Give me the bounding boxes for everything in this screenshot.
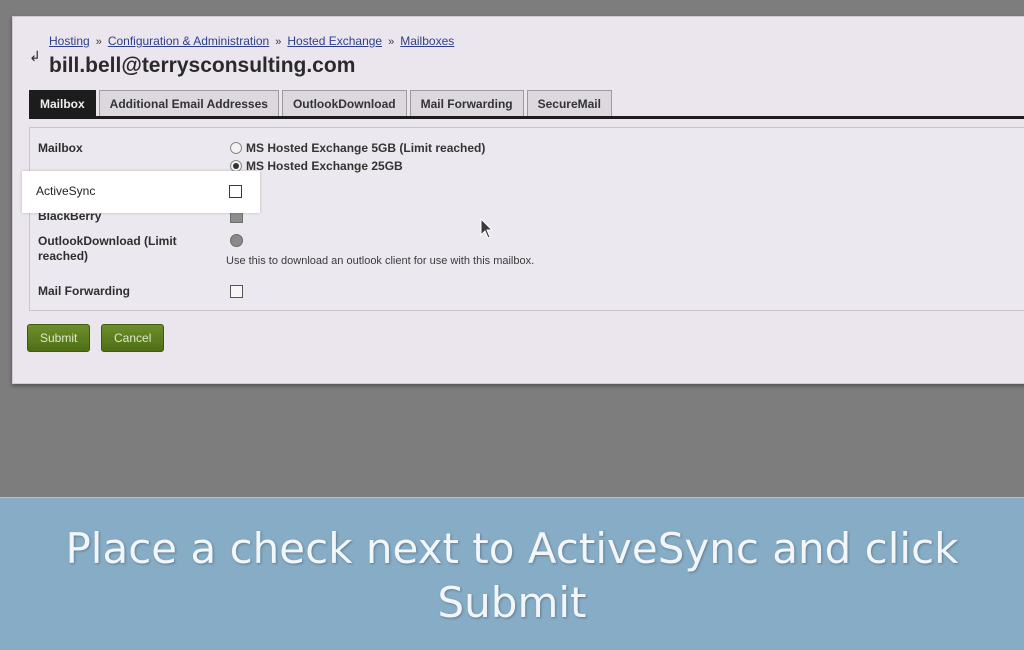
radio-25gb-label: MS Hosted Exchange 25GB: [246, 159, 403, 173]
caption-band: Place a check next to ActiveSync and cli…: [0, 497, 1024, 650]
activesync-checkbox[interactable]: [229, 185, 242, 198]
outlookdownload-radio: [230, 234, 243, 247]
mailbox-label: Mailbox: [38, 141, 83, 155]
submit-button[interactable]: Submit: [27, 324, 91, 352]
outlookdownload-help-text: Use this to download an outlook client f…: [226, 255, 535, 267]
page-title: bill.bell@terrysconsulting.com: [49, 54, 356, 77]
tab-securemail[interactable]: SecureMail: [526, 90, 612, 116]
tab-mailbox[interactable]: Mailbox: [29, 90, 96, 116]
breadcrumb-hosting[interactable]: Hosting: [49, 34, 90, 48]
breadcrumb-config-admin[interactable]: Configuration & Administration: [108, 34, 269, 48]
breadcrumb-hosted-exchange[interactable]: Hosted Exchange: [287, 34, 382, 48]
outlookdownload-label: OutlookDownload (Limit reached): [38, 234, 177, 263]
breadcrumb-separator: »: [275, 36, 282, 48]
breadcrumb-separator: »: [95, 36, 102, 48]
mouse-cursor-icon: [480, 218, 494, 239]
breadcrumb: Hosting » Configuration & Administration » H…: [49, 34, 454, 48]
activesync-highlight: ActiveSync: [22, 171, 260, 213]
tab-bar: Mailbox Additional Email Addresses Outlo…: [29, 90, 612, 116]
mailbox-form: Mailbox MS Hosted Exchange 5GB (Limit re…: [29, 127, 1024, 311]
breadcrumb-separator: »: [388, 36, 395, 48]
radio-option-5gb[interactable]: MS Hosted Exchange 5GB (Limit reached): [230, 141, 485, 155]
radio-5gb-label: MS Hosted Exchange 5GB (Limit reached): [246, 141, 486, 155]
radio-5gb[interactable]: [230, 142, 242, 154]
tab-underline: [29, 116, 1024, 119]
mail-forwarding-label: Mail Forwarding: [38, 284, 131, 298]
breadcrumb-mailboxes[interactable]: Mailboxes: [400, 34, 454, 48]
tab-outlookdownload[interactable]: OutlookDownload: [281, 90, 407, 116]
mail-forwarding-checkbox[interactable]: [230, 285, 243, 298]
activesync-label: ActiveSync: [36, 184, 96, 198]
cancel-button[interactable]: Cancel: [101, 324, 165, 352]
caption-text: Place a check next to ActiveSync and cli…: [65, 524, 959, 627]
back-arrow-icon[interactable]: ↲: [29, 49, 43, 63]
tab-mail-forwarding[interactable]: Mail Forwarding: [409, 90, 524, 116]
tab-additional-email-addresses[interactable]: Additional Email Addresses: [98, 90, 279, 116]
